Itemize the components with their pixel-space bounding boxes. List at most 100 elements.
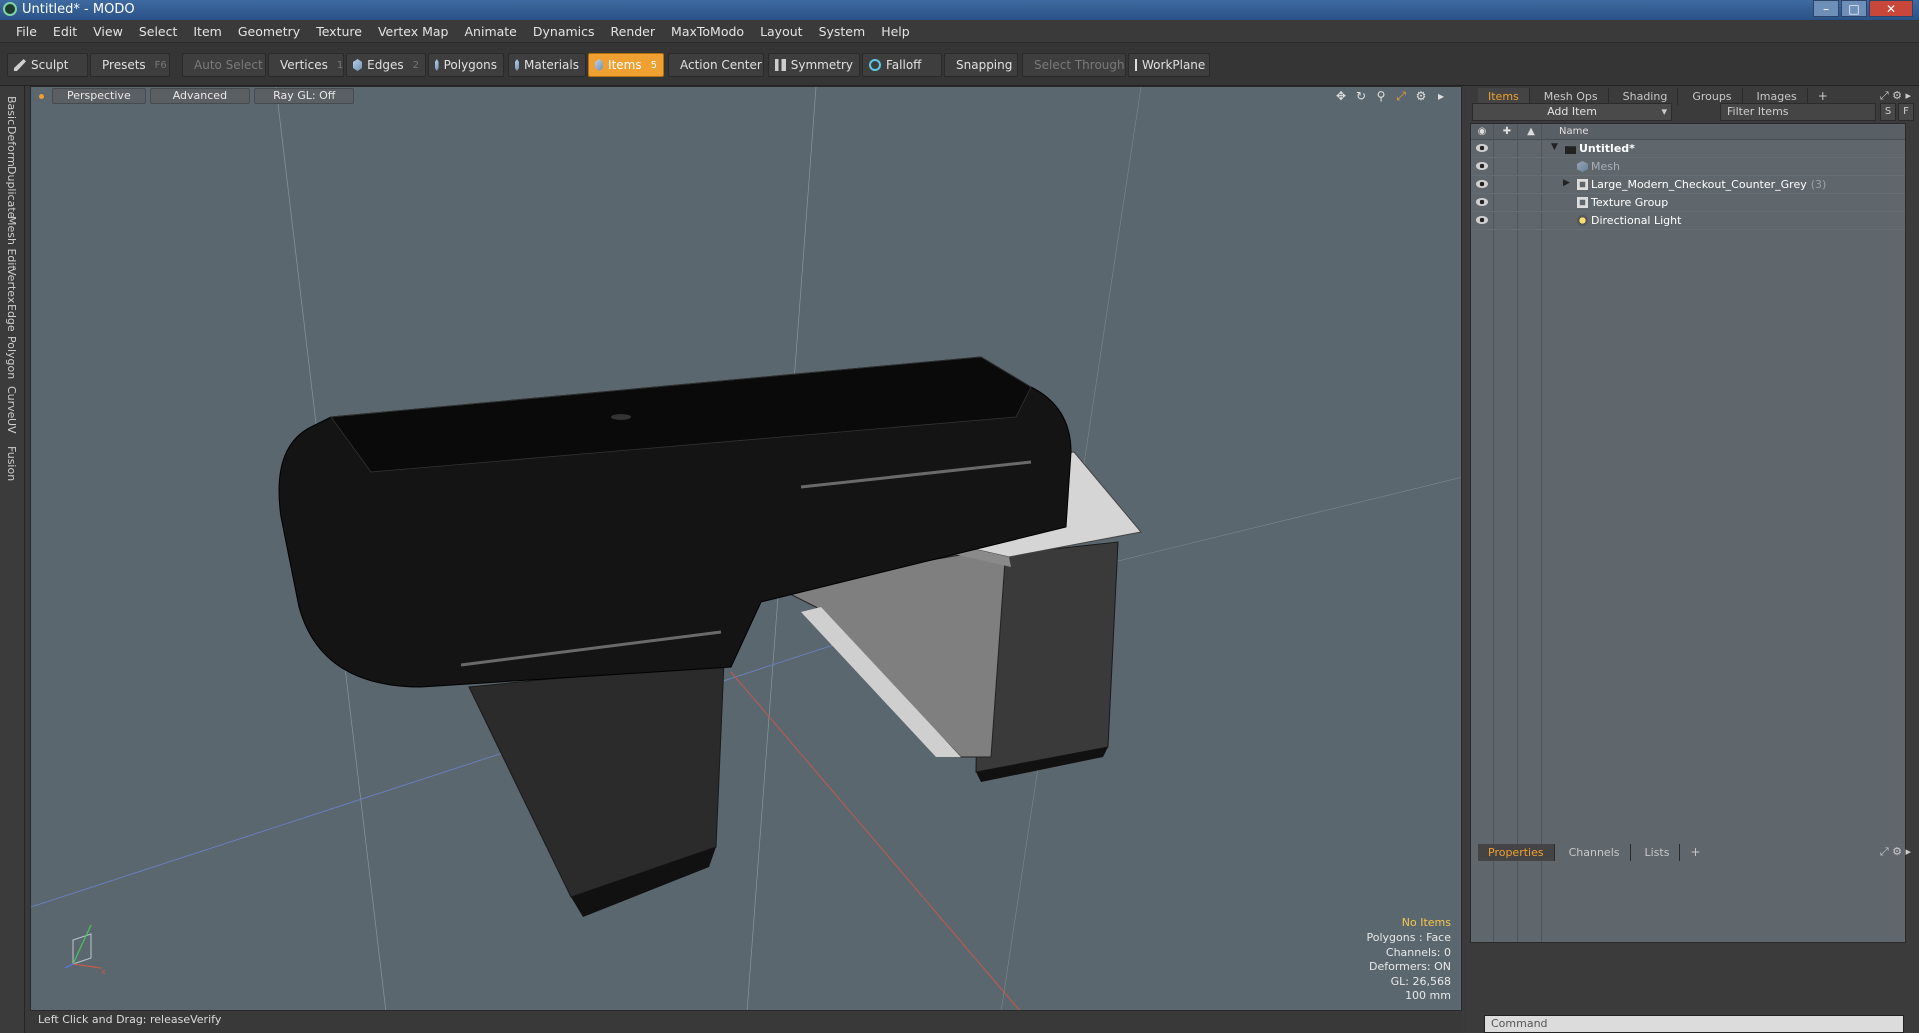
move-view-icon[interactable]: ✥ (1335, 89, 1347, 104)
tool-tab-edge[interactable]: Edge (5, 304, 18, 332)
lock-column-icon[interactable]: ✚ (1501, 126, 1513, 137)
items-mode-button[interactable]: Items 5 (588, 53, 664, 77)
eye-icon[interactable] (1476, 180, 1488, 188)
filter-items-input[interactable]: Filter Items (1720, 103, 1876, 121)
properties-panel-tabs: Properties Channels Lists + (1466, 842, 1919, 862)
workplane-button[interactable]: WorkPlane (1128, 53, 1210, 77)
shading-mode-dropdown[interactable]: Advanced (149, 88, 251, 104)
menu-edit[interactable]: Edit (45, 24, 85, 39)
tool-tab-duplicate[interactable]: Duplicate (5, 166, 18, 218)
visibility-column-icon[interactable]: ◉ (1476, 126, 1488, 137)
tree-row-texture-group[interactable]: Texture Group (1471, 194, 1905, 212)
tab-items[interactable]: Items (1478, 87, 1530, 105)
maximize-button[interactable]: □ (1841, 0, 1867, 17)
tool-tab-vertex[interactable]: Vertex (5, 268, 18, 303)
menu-render[interactable]: Render (603, 24, 664, 39)
polygons-button[interactable]: Polygons (428, 53, 504, 77)
raygl-toggle[interactable]: Ray GL: Off (254, 88, 355, 104)
item-list-tree[interactable]: ◉ ✚ ▲ Name ▼ Untitled* Mesh ▶ Large_Mode… (1470, 123, 1906, 943)
menu-view[interactable]: View (85, 24, 131, 39)
tab-channels[interactable]: Channels (1559, 843, 1631, 861)
properties-options-icon[interactable]: ⤢ ⚙ ▸ (1880, 845, 1911, 859)
presets-button[interactable]: Presets F6 (90, 53, 170, 77)
polygons-icon (435, 59, 439, 71)
tool-tab-curve[interactable]: Curve (5, 386, 18, 418)
menu-texture[interactable]: Texture (308, 24, 370, 39)
render-column-icon[interactable]: ▲ (1525, 126, 1537, 137)
counter-sensor (611, 414, 631, 420)
menu-help[interactable]: Help (873, 24, 918, 39)
menu-item[interactable]: Item (185, 24, 229, 39)
menu-vertex-map[interactable]: Vertex Map (370, 24, 457, 39)
right-panel: Items Mesh Ops Shading Groups Images + ⤢ ⚙ ▸ … (1466, 86, 1919, 1033)
materials-button[interactable]: Materials (508, 53, 586, 77)
menu-geometry[interactable]: Geometry (230, 24, 308, 39)
eye-icon[interactable] (1476, 162, 1488, 170)
svg-text:x: x (101, 967, 106, 976)
tool-tab-mesh-edit[interactable]: Mesh Edit (5, 216, 18, 270)
menu-layout[interactable]: Layout (752, 24, 811, 39)
channels-info: Channels: 0 (1385, 945, 1451, 959)
tool-tab-basic[interactable]: Basic (5, 96, 18, 125)
add-tab-icon[interactable]: + (1812, 89, 1834, 103)
filter-s-button[interactable]: S (1880, 103, 1896, 121)
menu-select[interactable]: Select (131, 24, 186, 39)
view-mode-dropdown[interactable]: Perspective (52, 88, 146, 104)
tool-tab-polygon[interactable]: Polygon (5, 336, 18, 379)
filter-f-button[interactable]: F (1898, 103, 1914, 121)
add-tab-icon[interactable]: + (1684, 845, 1706, 859)
sculpt-button[interactable]: Sculpt (7, 53, 88, 77)
menu-dynamics[interactable]: Dynamics (525, 24, 603, 39)
command-input[interactable]: Command (1484, 1015, 1904, 1033)
tab-images[interactable]: Images (1747, 87, 1808, 105)
eye-icon[interactable] (1476, 216, 1488, 224)
window-title: Untitled* - MODO (22, 2, 135, 17)
viewport-scene[interactable] (31, 87, 1462, 1011)
expand-arrow-icon[interactable]: ▼ (1551, 142, 1558, 152)
tree-row-mesh[interactable]: Mesh (1471, 158, 1905, 176)
menu-system[interactable]: System (811, 24, 874, 39)
close-button[interactable]: ✕ (1869, 0, 1913, 17)
tree-row-scene[interactable]: ▼ Untitled* (1471, 140, 1905, 158)
eye-icon[interactable] (1476, 144, 1488, 152)
menu-animate[interactable]: Animate (457, 24, 525, 39)
tree-row-checkout-counter[interactable]: ▶ Large_Modern_Checkout_Counter_Grey (3) (1471, 176, 1905, 194)
menu-bar: File Edit View Select Item Geometry Texture Ver… (0, 20, 1919, 42)
edges-button[interactable]: Edges 2 (346, 53, 426, 77)
viewport-menu-dot[interactable] (39, 93, 44, 99)
expand-arrow-icon[interactable]: ▶ (1563, 178, 1570, 188)
tool-tab-uv[interactable]: UV (5, 418, 18, 434)
tab-groups[interactable]: Groups (1682, 87, 1743, 105)
menu-file[interactable]: File (8, 24, 45, 39)
zoom-view-icon[interactable]: ⚲ (1375, 89, 1387, 104)
tree-row-directional-light[interactable]: Directional Light (1471, 212, 1905, 230)
viewport-header: Perspective Advanced Ray GL: Off (31, 87, 1461, 105)
eye-icon[interactable] (1476, 198, 1488, 206)
3d-viewport[interactable]: Perspective Advanced Ray GL: Off ✥ ↻ ⚲ ⤢… (30, 86, 1462, 1011)
properties-panel: Properties Channels Lists + ⤢ ⚙ ▸ (1466, 842, 1919, 1033)
symmetry-button[interactable]: Symmetry (768, 53, 860, 77)
tab-shading[interactable]: Shading (1613, 87, 1679, 105)
viewport-more-icon[interactable]: ▸ (1435, 89, 1447, 104)
name-column-header[interactable]: Name (1559, 126, 1589, 137)
menu-maxtomodo[interactable]: MaxToModo (663, 24, 752, 39)
maximize-view-icon[interactable]: ⤢ (1395, 89, 1407, 104)
group-locator-icon (1577, 179, 1588, 190)
tab-lists[interactable]: Lists (1635, 843, 1681, 861)
vertices-button[interactable]: Vertices 1 (268, 53, 344, 77)
add-item-dropdown[interactable]: Add Item ▾ (1472, 103, 1672, 121)
minimize-button[interactable]: – (1813, 0, 1839, 17)
panel-options-icon[interactable]: ⤢ ⚙ ▸ (1880, 89, 1911, 103)
status-bar: Left Click and Drag: releaseVerify (30, 1011, 1462, 1033)
tab-mesh-ops[interactable]: Mesh Ops (1534, 87, 1609, 105)
select-through-button[interactable]: Select Through (1022, 53, 1126, 77)
snapping-button[interactable]: Snapping (944, 53, 1018, 77)
action-center-button[interactable]: Action Center (668, 53, 764, 77)
tool-tab-deform[interactable]: Deform (5, 126, 18, 167)
tool-tab-fusion[interactable]: Fusion (5, 446, 18, 481)
auto-select-button[interactable]: Auto Select (182, 53, 266, 77)
viewport-settings-icon[interactable]: ⚙ (1415, 89, 1427, 104)
rotate-view-icon[interactable]: ↻ (1355, 89, 1367, 104)
tab-properties[interactable]: Properties (1478, 843, 1555, 861)
falloff-button[interactable]: Falloff (862, 53, 942, 77)
